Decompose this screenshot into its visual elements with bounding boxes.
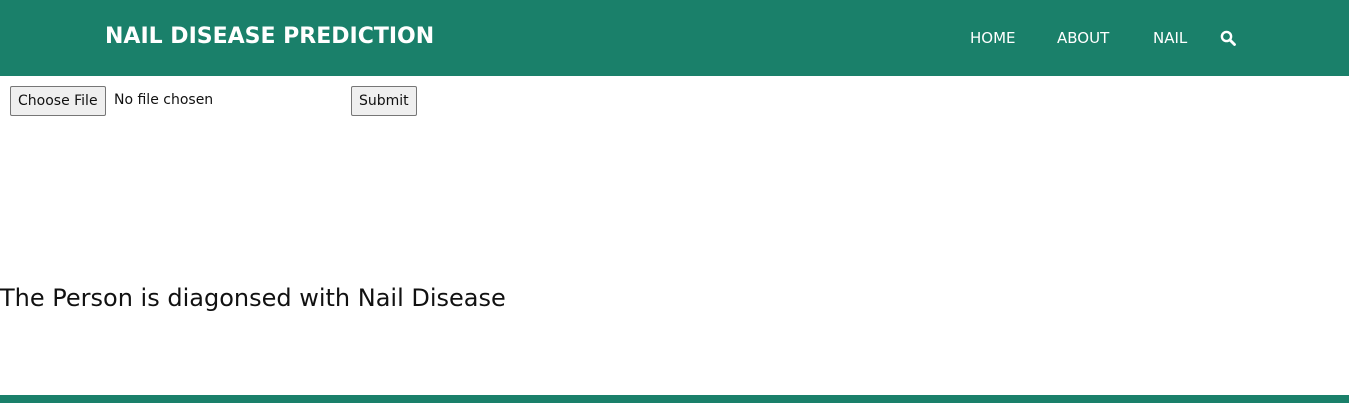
footer-bar: [0, 395, 1349, 403]
nav-link-about[interactable]: ABOUT: [1057, 29, 1109, 47]
brand-title[interactable]: NAIL DISEASE PREDICTION: [105, 24, 434, 49]
top-navbar: NAIL DISEASE PREDICTION HOME ABOUT NAIL: [0, 0, 1349, 76]
nav-link-home[interactable]: HOME: [970, 29, 1016, 47]
submit-button[interactable]: Submit: [351, 86, 417, 116]
nav-link-nail[interactable]: NAIL: [1153, 29, 1187, 47]
result-message: The Person is diagonsed with Nail Diseas…: [0, 284, 506, 312]
file-status-text: No file chosen: [114, 92, 214, 108]
choose-file-button[interactable]: Choose File: [10, 86, 106, 116]
search-icon[interactable]: [1220, 30, 1236, 46]
